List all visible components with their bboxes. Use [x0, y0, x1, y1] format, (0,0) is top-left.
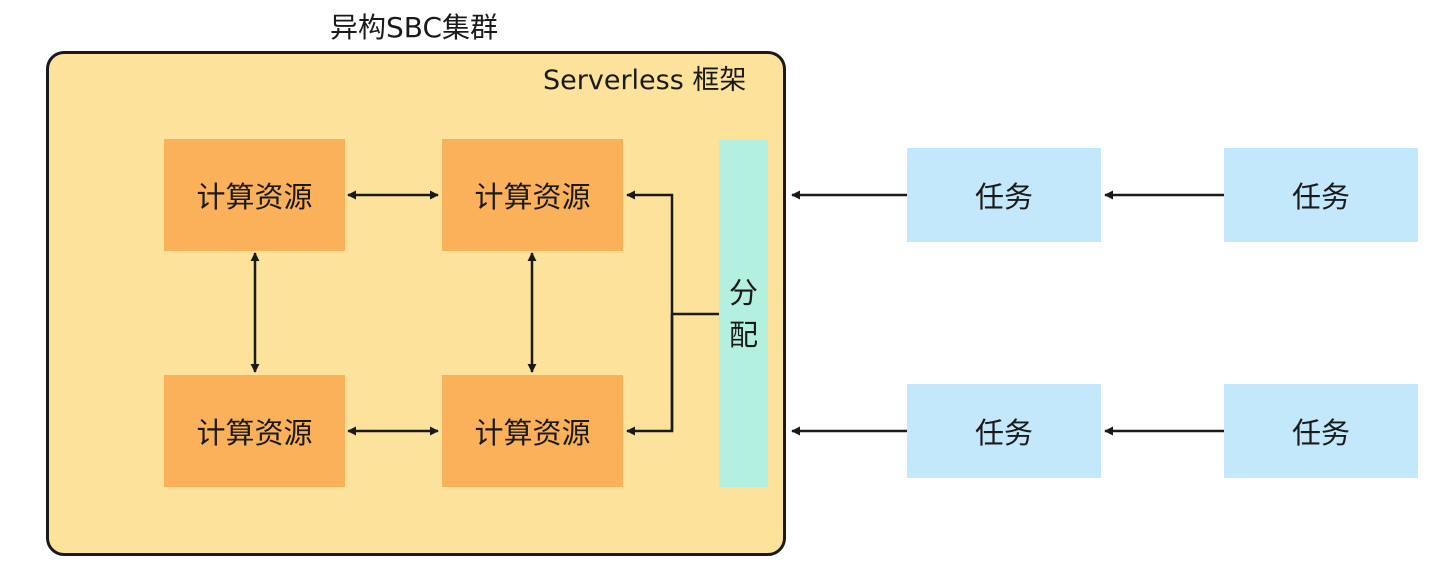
connector-layer	[250, 190, 1224, 436]
dispatch-to-top-resource	[626, 190, 674, 431]
dispatch-to-bottom-resource	[626, 314, 674, 436]
